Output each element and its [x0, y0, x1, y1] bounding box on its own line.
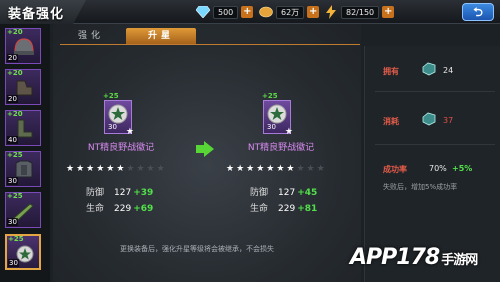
gold-resource: 62万 +: [259, 4, 320, 20]
slot-plus: +20: [7, 28, 23, 36]
tab-star-up[interactable]: 升星: [126, 28, 196, 44]
stat-value: 127: [114, 188, 132, 198]
equipment-slot[interactable]: +20 40: [5, 110, 41, 146]
watermark: APP178 手游网: [350, 245, 478, 270]
add-diamond-button[interactable]: +: [241, 6, 254, 18]
current-item-stars: ★★★★★★★★★★: [66, 164, 167, 174]
next-stat-defense: 防御 127 +45: [250, 185, 317, 198]
back-button[interactable]: ⮌: [462, 3, 494, 21]
slot-plus: +20: [7, 69, 23, 77]
tab-divider: [60, 44, 360, 45]
divider: [375, 91, 495, 92]
gold-icon: [259, 5, 273, 19]
stat-label: 生命: [86, 204, 105, 214]
equipment-slot[interactable]: +20 20: [5, 69, 41, 105]
add-energy-button[interactable]: +: [382, 6, 395, 18]
slot-plus: +25: [7, 192, 23, 200]
upgrade-gem-icon: [422, 62, 436, 76]
current-medal: 30 ★: [104, 100, 134, 137]
equipment-slot[interactable]: +20 20: [5, 28, 41, 64]
cost-row: 消耗: [383, 116, 399, 127]
inherit-note: 更换装备后，强化升星等级将会被继承，不会损失: [120, 245, 274, 253]
stat-value: 127: [278, 188, 296, 198]
slot-level: 20: [7, 95, 18, 103]
energy-resource: 82/150 +: [324, 4, 395, 20]
stat-label: 防御: [250, 188, 269, 198]
current-stat-hp: 生命 229 +69: [86, 201, 153, 214]
stat-value: 229: [278, 204, 296, 214]
stat-bonus: +39: [133, 188, 154, 198]
diamond-count: 500: [213, 5, 239, 19]
stat-label: 生命: [250, 204, 269, 214]
current-item-level: 30: [108, 123, 117, 131]
next-medal: 30 ★: [263, 100, 293, 137]
owned-value: 24: [443, 66, 454, 75]
divider: [375, 144, 495, 145]
rate-value: 70%: [429, 164, 447, 173]
star-icon: ★: [125, 127, 134, 137]
upgrade-gem-icon: [422, 112, 436, 126]
stat-bonus: +69: [133, 204, 154, 214]
watermark-main: APP178: [350, 245, 440, 270]
rate-row: 成功率: [383, 164, 407, 175]
equipment-slot[interactable]: +25 30: [5, 192, 41, 228]
next-item-name: NT精良野战徽记: [247, 143, 315, 153]
diamond-resource: 500 +: [196, 4, 254, 20]
stat-bonus: +81: [297, 204, 318, 214]
owned-row: 拥有: [383, 66, 399, 77]
cost-label: 消耗: [383, 117, 399, 126]
slot-level: 30: [8, 259, 19, 267]
next-item-card: 30 ★: [263, 100, 293, 137]
fail-note: 失败后，增加5%成功率: [383, 183, 458, 191]
current-item-card: 30 ★: [104, 100, 134, 137]
star-icon: ★: [284, 127, 293, 137]
watermark-sub: 手游网: [441, 253, 478, 268]
lightning-icon: [324, 5, 338, 19]
slot-level: 30: [7, 218, 18, 226]
gold-count: 62万: [276, 5, 305, 19]
slot-plus: +25: [8, 235, 24, 243]
current-stat-defense: 防御 127 +39: [86, 185, 153, 198]
next-item-stars: ★★★★★★★★★★: [226, 164, 327, 174]
next-item-level: 30: [267, 123, 276, 131]
slot-plus: +25: [7, 151, 23, 159]
energy-count: 82/150: [341, 5, 380, 19]
stat-label: 防御: [86, 188, 105, 198]
top-bar: 装备强化 500 + 62万 + 82/150 + ⮌: [0, 0, 500, 24]
owned-label: 拥有: [383, 67, 399, 76]
next-stat-hp: 生命 229 +81: [250, 201, 317, 214]
current-item-plus: +25: [103, 92, 119, 100]
add-gold-button[interactable]: +: [307, 6, 320, 18]
slot-level: 30: [7, 177, 18, 185]
equipment-slot-selected[interactable]: +25 30: [5, 234, 41, 270]
equipment-slot[interactable]: +25 30: [5, 151, 41, 187]
slot-level: 40: [7, 136, 18, 144]
arrow-right-icon: [196, 141, 214, 157]
rate-label: 成功率: [383, 165, 407, 174]
equipment-list: +20 20 +20 20 +20 40 +25 30 +25 30 +25 3…: [0, 24, 50, 282]
tab-enhance[interactable]: 强化: [62, 28, 120, 44]
stat-bonus: +45: [297, 188, 318, 198]
next-item-plus: +25: [262, 92, 278, 100]
slot-plus: +20: [7, 110, 23, 118]
rate-bonus: +5%: [452, 164, 473, 173]
cost-value: 37: [443, 116, 454, 125]
diamond-icon: [196, 5, 210, 19]
stat-value: 229: [114, 204, 132, 214]
page-title: 装备强化: [8, 7, 65, 22]
slot-level: 20: [7, 54, 18, 62]
